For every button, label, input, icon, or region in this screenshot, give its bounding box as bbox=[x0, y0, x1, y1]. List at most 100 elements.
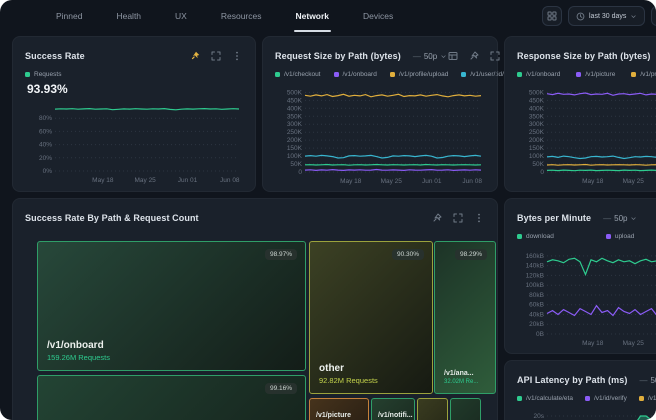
svg-text:0B: 0B bbox=[536, 331, 544, 338]
percentile-dropdown[interactable]: —50p bbox=[639, 376, 656, 385]
panel-title: Success Rate bbox=[25, 51, 85, 61]
svg-text:100K: 100K bbox=[287, 153, 303, 160]
svg-text:May 18: May 18 bbox=[340, 178, 362, 185]
svg-text:60kB: 60kB bbox=[529, 302, 544, 309]
treemap-box-other[interactable]: 90.30%other92.82M Requests bbox=[309, 241, 433, 394]
treemap-box[interactable] bbox=[417, 398, 448, 420]
svg-text:450K: 450K bbox=[529, 97, 545, 104]
legend-swatch bbox=[275, 72, 280, 77]
filter-button[interactable]: Filter/Co bbox=[651, 6, 656, 26]
svg-text:200K: 200K bbox=[287, 137, 303, 144]
legend-item[interactable]: /v1/id/verify bbox=[585, 395, 627, 402]
legend-item[interactable]: upload bbox=[606, 233, 635, 240]
chevron-down-icon bbox=[440, 53, 447, 60]
panel-success-rate-by-path: Success Rate By Path & Request Count 98.… bbox=[12, 198, 498, 420]
legend-item[interactable]: /v1/profile/upload bbox=[390, 71, 449, 78]
panel-bytes-per-minute: Bytes per Minute —50p downloadupload 0B2… bbox=[504, 198, 656, 354]
tab-network[interactable]: Network bbox=[296, 0, 330, 32]
svg-text:40kB: 40kB bbox=[529, 311, 544, 318]
tab-devices[interactable]: Devices bbox=[363, 0, 393, 32]
percentile-dropdown[interactable]: —50p bbox=[413, 52, 447, 61]
legend-label: /v1/onbo bbox=[648, 395, 656, 402]
nav-tabs: Pinned Health UX Resources Network Devices bbox=[56, 0, 393, 32]
bytes-per-minute-chart[interactable]: 0B20kB40kB60kB80kB100kB120kB140kB160kBMa… bbox=[517, 247, 656, 347]
path-label: /v1/ana... bbox=[444, 370, 478, 377]
legend-swatch bbox=[606, 234, 611, 239]
svg-text:May 18: May 18 bbox=[92, 177, 114, 184]
legend: /v1/checkout/v1/onboard/v1/profile/uploa… bbox=[275, 69, 485, 79]
legend-item[interactable]: download bbox=[517, 233, 554, 240]
request-count: 92.82M Requests bbox=[319, 376, 378, 385]
svg-text:20%: 20% bbox=[39, 155, 52, 162]
grid-icon bbox=[547, 11, 557, 21]
legend-item[interactable]: /v1/onboard bbox=[517, 71, 560, 78]
tab-resources[interactable]: Resources bbox=[221, 0, 262, 32]
svg-text:May 18: May 18 bbox=[582, 340, 604, 347]
svg-text:160kB: 160kB bbox=[526, 253, 544, 260]
svg-text:0: 0 bbox=[540, 169, 544, 176]
treemap-box-v1-ana[interactable]: 98.29%/v1/ana...32.02M Re... bbox=[434, 241, 496, 394]
legend-swatch bbox=[585, 396, 590, 401]
request-size-chart[interactable]: 050K100K150K200K250K300K350K400K450K500K… bbox=[275, 85, 485, 185]
legend-label: download bbox=[526, 233, 554, 240]
tab-ux[interactable]: UX bbox=[175, 0, 187, 32]
expand-icon[interactable] bbox=[452, 212, 464, 224]
svg-text:0%: 0% bbox=[43, 168, 53, 175]
path-label: other bbox=[319, 363, 378, 374]
legend-label: /v1/checkout bbox=[284, 71, 321, 78]
panel-api-latency: API Latency by Path (ms) —50p /v1/calcul… bbox=[504, 360, 656, 420]
svg-text:80kB: 80kB bbox=[529, 292, 544, 299]
legend: /v1/onboard/v1/picture/v1/prof bbox=[517, 69, 656, 79]
pin-icon[interactable] bbox=[431, 212, 443, 224]
tab-health[interactable]: Health bbox=[116, 0, 141, 32]
legend-item[interactable]: /v1/calculate/eta bbox=[517, 395, 573, 402]
treemap-box-v1-picture[interactable]: /v1/picture bbox=[309, 398, 369, 420]
time-range-selector[interactable]: last 30 days bbox=[568, 6, 645, 26]
svg-text:350K: 350K bbox=[529, 113, 545, 120]
path-label: /v1/picture bbox=[316, 412, 351, 419]
svg-text:May 25: May 25 bbox=[623, 178, 645, 185]
response-size-chart[interactable]: 050K100K150K200K250K300K350K400K450K500K… bbox=[517, 85, 656, 185]
chart-type-icon[interactable] bbox=[447, 50, 459, 62]
svg-text:400K: 400K bbox=[529, 105, 545, 112]
legend-swatch bbox=[631, 72, 636, 77]
svg-text:200K: 200K bbox=[529, 137, 545, 144]
expand-icon[interactable] bbox=[210, 50, 222, 62]
svg-text:300K: 300K bbox=[529, 121, 545, 128]
expand-icon[interactable] bbox=[489, 50, 501, 62]
legend-swatch bbox=[576, 72, 581, 77]
legend-swatch bbox=[25, 72, 30, 77]
legend-item[interactable]: /v1/picture bbox=[576, 71, 615, 78]
legend-label: /v1/prof bbox=[640, 71, 656, 78]
treemap-box[interactable]: 99.16% bbox=[37, 375, 306, 420]
pin-icon[interactable] bbox=[189, 50, 201, 62]
svg-text:May 25: May 25 bbox=[381, 178, 403, 185]
kebab-menu-icon[interactable] bbox=[231, 50, 243, 62]
panel-title: API Latency by Path (ms) bbox=[517, 375, 627, 385]
treemap-box-v1-onboard[interactable]: 98.97%/v1/onboard159.26M Requests bbox=[37, 241, 306, 371]
legend-swatch bbox=[334, 72, 339, 77]
tab-pinned[interactable]: Pinned bbox=[56, 0, 82, 32]
success-rate-chart[interactable]: 0%20%40%60%80%May 18May 25Jun 01Jun 08 bbox=[25, 100, 243, 184]
legend-label: /v1/calculate/eta bbox=[526, 395, 573, 402]
treemap-box-v1-notifi[interactable]: /v1/notifi... bbox=[371, 398, 415, 420]
legend-item[interactable]: /v1/onbo bbox=[639, 395, 656, 402]
panel-title: Response Size by Path (bytes) bbox=[517, 51, 650, 61]
legend-item[interactable]: /v1/onboard bbox=[334, 71, 377, 78]
svg-text:20kB: 20kB bbox=[529, 321, 544, 328]
legend-item[interactable]: /v1/checkout bbox=[275, 71, 321, 78]
percentile-dropdown[interactable]: —50p bbox=[603, 214, 637, 223]
kebab-menu-icon[interactable] bbox=[473, 212, 485, 224]
panel-success-rate: Success Rate Requests 93.93% 0%20%40%60%… bbox=[12, 36, 256, 192]
svg-text:250K: 250K bbox=[529, 129, 545, 136]
chevron-down-icon bbox=[630, 215, 637, 222]
apps-grid-button[interactable] bbox=[542, 6, 562, 26]
pin-icon[interactable] bbox=[468, 50, 480, 62]
legend-item[interactable]: /v1/prof bbox=[631, 71, 656, 78]
api-latency-chart[interactable]: 20sMay 18May 25Jun 01Jun 08 bbox=[517, 409, 656, 420]
legend-swatch bbox=[639, 396, 644, 401]
svg-text:Jun 01: Jun 01 bbox=[422, 178, 442, 185]
legend-item[interactable]: Requests bbox=[25, 71, 61, 78]
legend-label: upload bbox=[615, 233, 635, 240]
treemap-box[interactable] bbox=[450, 398, 481, 420]
